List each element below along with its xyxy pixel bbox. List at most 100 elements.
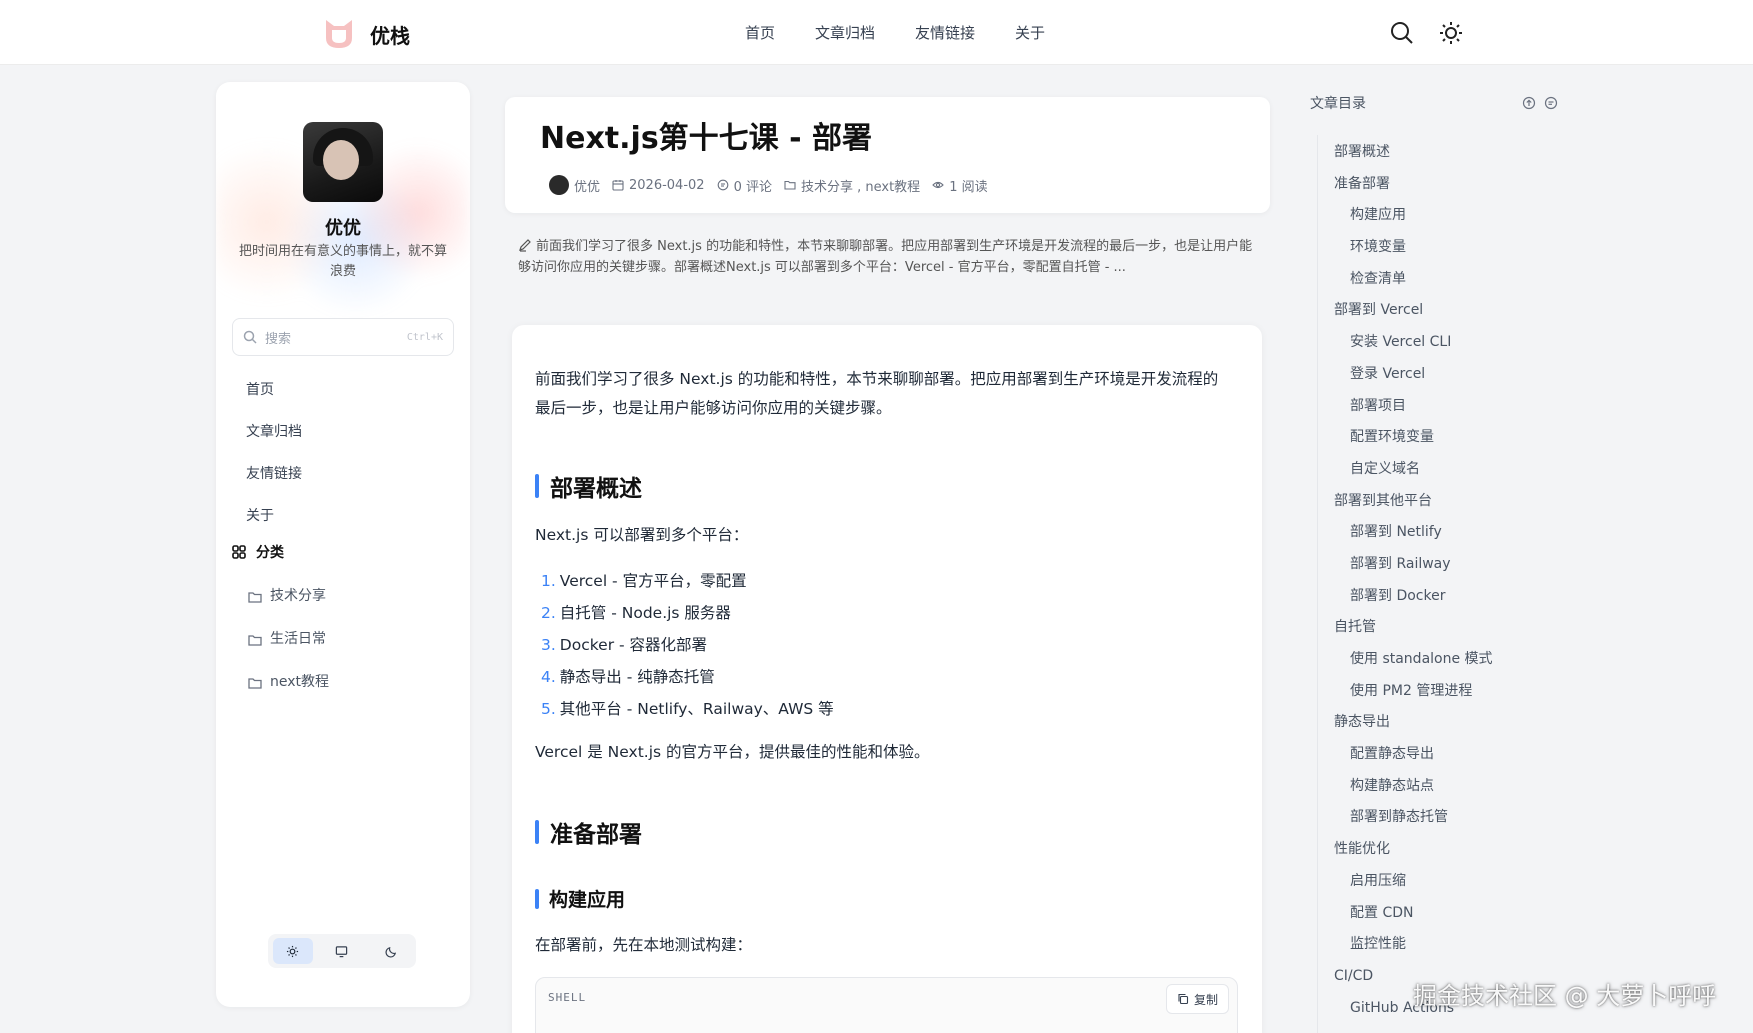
list-item: 1. Vercel - 官方平台，零配置 (541, 572, 747, 590)
category-item[interactable]: next教程 (248, 661, 329, 704)
toc-item[interactable]: 静态导出 (1334, 707, 1493, 739)
edit-icon (519, 239, 531, 252)
toc-item[interactable]: 安装 Vercel CLI (1334, 327, 1493, 359)
search-placeholder: 搜索 (265, 331, 292, 347)
copy-button[interactable]: 复制 (1165, 984, 1229, 1014)
post-tags[interactable]: 技术分享 , next教程 (801, 176, 920, 195)
post-comments[interactable]: 0 评论 (734, 176, 772, 195)
category-item[interactable]: 技术分享 (248, 575, 329, 618)
top-header: 优栈 首页 文章归档 友情链接 关于 (0, 0, 1753, 65)
toc-item[interactable]: 监控性能 (1334, 929, 1493, 961)
toc-item[interactable]: 性能优化 (1334, 834, 1493, 866)
toc-item[interactable]: 部署到 Vercel (1334, 295, 1493, 327)
article-content: 前面我们学习了很多 Next.js 的功能和特性，本节来聊聊部署。把应用部署到生… (512, 325, 1262, 1033)
cat-logo-icon[interactable] (322, 16, 356, 50)
nav-home[interactable]: 首页 (745, 22, 775, 43)
toc-item[interactable]: 检查清单 (1334, 264, 1493, 296)
toc-item[interactable]: 使用 PM2 管理进程 (1334, 676, 1493, 708)
build-paragraph: 在部署前，先在本地测试构建： (535, 936, 753, 954)
toc-item[interactable]: 登录 Vercel (1334, 359, 1493, 391)
toc-item[interactable]: 配置环境变量 (1334, 422, 1493, 454)
category-label: next教程 (270, 674, 330, 690)
toc-item[interactable]: 构建静态站点 (1334, 771, 1493, 803)
sidebar-nav: 首页 文章归档 友情链接 关于 (246, 369, 302, 537)
list-item: 3. Docker - 容器化部署 (541, 636, 708, 654)
toc-item[interactable]: 部署到 Railway (1334, 549, 1493, 581)
toc-item[interactable]: 部署到静态托管 (1334, 802, 1493, 834)
sidebar-item-about[interactable]: 关于 (246, 495, 302, 537)
intro-line-2: 最后一步，也是让用户能够访问你应用的关键步骤。 (535, 399, 892, 417)
folder-icon (248, 591, 262, 603)
toc-item[interactable]: 自托管 (1334, 612, 1493, 644)
site-brand[interactable]: 优栈 (370, 20, 410, 49)
category-item[interactable]: 生活日常 (248, 618, 329, 661)
theme-light-button[interactable] (272, 938, 313, 964)
post-header-card: Next.js第十七课 - 部署 优优 2026-04-02 0 评论 技术分享… (505, 97, 1270, 213)
sun-icon (287, 945, 299, 957)
toc-item[interactable]: 部署到其他平台 (1334, 486, 1493, 518)
nav-archive[interactable]: 文章归档 (815, 22, 875, 43)
search-shortcut: Ctrl+K (406, 331, 443, 343)
post-author[interactable]: 优优 (574, 176, 600, 195)
list-item: 2. 自托管 - Node.js 服务器 (541, 604, 731, 622)
heading-build: 构建应用 (535, 885, 625, 912)
arrow-up-circle-icon[interactable] (1522, 95, 1536, 110)
toc-item[interactable]: 部署项目 (1334, 391, 1493, 423)
toc-item[interactable]: 环境变量 (1334, 232, 1493, 264)
post-meta: 优优 2026-04-02 0 评论 技术分享 , next教程 1 阅读 (549, 175, 994, 195)
search-icon[interactable] (1389, 20, 1415, 46)
sidebar-item-archive[interactable]: 文章归档 (246, 411, 302, 453)
eye-icon (932, 181, 944, 189)
theme-dark-button[interactable] (371, 938, 411, 964)
sidebar-item-links[interactable]: 友情链接 (246, 453, 302, 495)
sidebar-item-home[interactable]: 首页 (246, 369, 302, 411)
toc-divider (1317, 135, 1318, 1033)
category-list: 技术分享 生活日常 next教程 (248, 575, 329, 704)
toc-item[interactable]: 使用 standalone 模式 (1334, 644, 1493, 676)
summary-text: 前面我们学习了很多 Next.js 的功能和特性，本节来聊聊部署。把应用部署到生… (518, 239, 1253, 275)
monitor-icon (336, 945, 348, 957)
toc-title: 文章目录 (1310, 96, 1366, 112)
post-title: Next.js第十七课 - 部署 (540, 121, 873, 156)
list-item: 4. 静态导出 - 纯静态托管 (541, 668, 715, 686)
heading-build-text: 构建应用 (549, 889, 626, 911)
heading-overview: 部署概述 (535, 469, 642, 503)
copy-label: 复制 (1193, 992, 1218, 1007)
folder-icon (248, 677, 262, 689)
sun-icon[interactable] (1438, 20, 1464, 46)
categories-heading: 分类 (232, 542, 284, 562)
toc-item[interactable]: 自定义域名 (1334, 454, 1493, 486)
top-nav: 首页 文章归档 友情链接 关于 (745, 22, 1045, 43)
comment-circle-icon[interactable] (1544, 95, 1558, 110)
toc-item[interactable]: 准备部署 (1334, 169, 1493, 201)
vercel-paragraph: Vercel 是 Next.js 的官方平台，提供最佳的性能和体验。 (535, 743, 930, 761)
copy-icon (1178, 993, 1189, 1005)
list-item: 5. 其他平台 - Netlify、Railway、AWS 等 (541, 700, 834, 718)
author-avatar[interactable] (549, 175, 569, 195)
toc-item[interactable]: 部署到 Docker (1334, 581, 1493, 613)
folder-icon (784, 180, 796, 190)
left-sidebar: 优优 把时间用在有意义的事情上，就不算浪费 搜索 Ctrl+K 首页 文章归档 … (216, 82, 470, 1007)
search-input[interactable]: 搜索 Ctrl+K (232, 318, 454, 356)
categories-title: 分类 (256, 545, 284, 561)
profile-bio: 把时间用在有意义的事情上，就不算浪费 (238, 244, 447, 279)
toc-item[interactable]: 构建应用 (1334, 200, 1493, 232)
moon-icon (385, 946, 396, 958)
toc-item[interactable]: 启用压缩 (1334, 866, 1493, 898)
overview-paragraph: Next.js 可以部署到多个平台： (535, 526, 749, 544)
theme-system-button[interactable] (322, 938, 362, 964)
toc-item[interactable]: 配置 CDN (1334, 898, 1493, 930)
toc-item[interactable]: 部署概述 (1334, 137, 1493, 169)
nav-about[interactable]: 关于 (1015, 22, 1045, 43)
platform-list: 1. Vercel - 官方平台，零配置 2. 自托管 - Node.js 服务器 … (541, 565, 834, 725)
grid-icon (232, 545, 246, 559)
toc-item[interactable]: 配置静态导出 (1334, 739, 1493, 771)
nav-links[interactable]: 友情链接 (915, 22, 975, 43)
toc-item[interactable]: 部署到 Netlify (1334, 517, 1493, 549)
folder-icon (248, 634, 262, 646)
theme-switcher (268, 934, 416, 968)
calendar-icon (612, 180, 624, 191)
code-block: SHELL 复制 (535, 977, 1238, 1033)
heading-prepare-text: 准备部署 (550, 822, 642, 848)
avatar[interactable] (303, 122, 383, 202)
